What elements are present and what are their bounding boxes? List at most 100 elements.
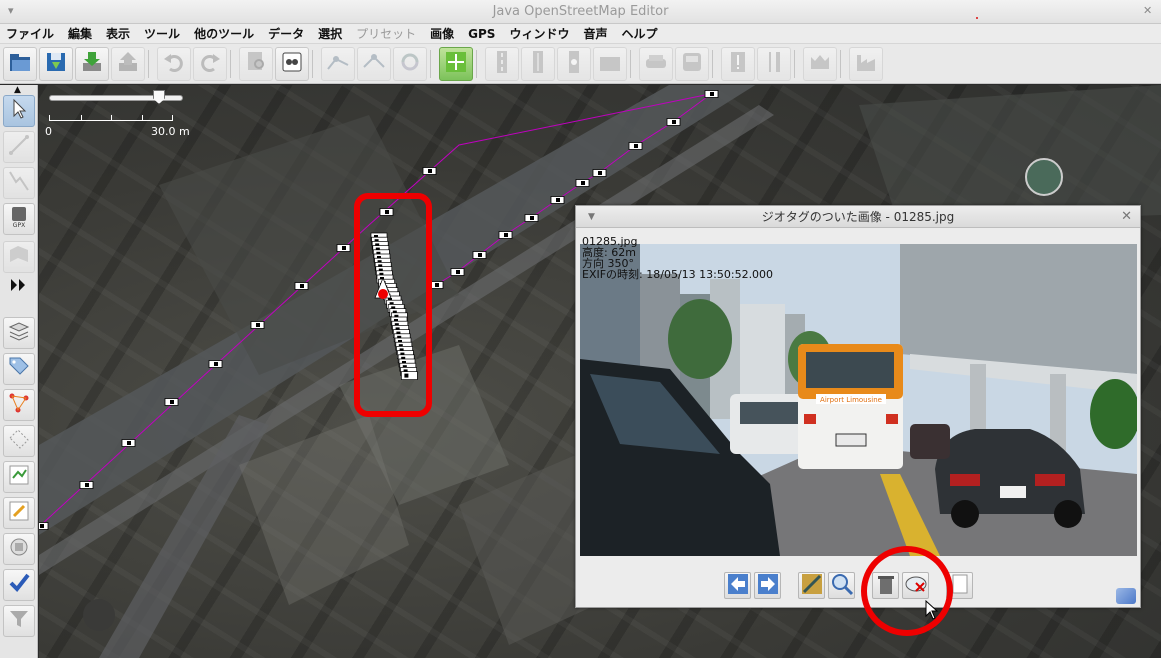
expand-button[interactable] [6, 275, 32, 299]
zoom-actual-size-icon [830, 572, 854, 600]
search-icon [243, 49, 269, 79]
photo-exif-time: EXIFの時刻: 18/05/13 13:50:52.000 [582, 268, 774, 281]
menu-item[interactable]: 音声 [583, 25, 607, 42]
hazard-preset-button[interactable] [721, 47, 755, 81]
expand-icon [6, 272, 32, 302]
history-button[interactable] [3, 461, 35, 493]
draw-nodes-button[interactable] [3, 131, 35, 163]
photo-info: 01285.jpg 高度: 62m 方向 350° EXIFの時刻: 18/05… [582, 236, 773, 280]
gpx-waypoint-dot [710, 92, 714, 96]
zoom-slider-knob[interactable] [153, 90, 165, 104]
tags-icon [6, 354, 32, 384]
open-file-button[interactable] [3, 47, 37, 81]
svg-text:GPX: GPX [13, 222, 25, 229]
scroll-up-icon[interactable]: ▲ [14, 85, 21, 95]
zoom-to-layer-button[interactable] [439, 47, 473, 81]
undo-button[interactable] [157, 47, 191, 81]
collapse-icon[interactable]: ▼ [588, 212, 595, 222]
reverse-way-icon [397, 49, 423, 79]
imagery-button[interactable] [3, 533, 35, 565]
search-button[interactable] [239, 47, 273, 81]
relations-button[interactable] [3, 389, 35, 421]
reverse-way-button[interactable] [393, 47, 427, 81]
toolbar-separator [476, 50, 477, 78]
resize-corner-icon[interactable] [1116, 588, 1136, 604]
zoom-to-layer-icon [443, 49, 469, 79]
previous-image-button[interactable] [724, 572, 751, 599]
castle-preset-icon [807, 49, 833, 79]
save-icon [43, 49, 69, 79]
menu-item[interactable]: 他のツール [194, 25, 254, 42]
save-button[interactable] [39, 47, 73, 81]
download-icon [79, 49, 105, 79]
split-way-icon [325, 49, 351, 79]
menu-item[interactable]: プリセット [356, 25, 416, 42]
next-image-button[interactable] [754, 572, 781, 599]
menu-item[interactable]: GPS [468, 27, 495, 41]
restaurant-preset-button[interactable] [757, 47, 791, 81]
upload-button[interactable] [111, 47, 145, 81]
highlight-remove-button [861, 546, 953, 636]
bus-preset-button[interactable] [675, 47, 709, 81]
toolbar-separator [840, 50, 841, 78]
layers-button[interactable] [3, 317, 35, 349]
filter-icon [6, 606, 32, 636]
building-block [859, 85, 1161, 225]
selection-list-button[interactable] [3, 425, 35, 457]
building-tool-button[interactable] [3, 241, 35, 273]
scale-tick [142, 115, 143, 121]
download-button[interactable] [75, 47, 109, 81]
menu-item[interactable]: 選択 [318, 25, 342, 42]
factory-preset-button[interactable] [849, 47, 883, 81]
gpx-waypoint-dot [634, 144, 638, 148]
combine-way-button[interactable] [357, 47, 391, 81]
gpx-waypoint-dot [342, 246, 346, 250]
draw-way-icon [6, 168, 32, 198]
gpx-waypoint-dot [428, 169, 432, 173]
road-preset-button[interactable] [485, 47, 519, 81]
menu-item[interactable]: 画像 [430, 25, 454, 42]
previous-image-icon [726, 572, 750, 600]
building-preset-button[interactable] [593, 47, 627, 81]
car-preset-icon [643, 49, 669, 79]
gpx-waypoint-dot [127, 441, 131, 445]
preferences-button[interactable] [275, 47, 309, 81]
menu-item[interactable]: ファイル [6, 25, 54, 42]
gpx-layer-button[interactable]: GPX [3, 203, 35, 235]
menu-item[interactable]: ウィンドウ [509, 25, 569, 42]
menu-bar: ファイル 編集 表示 ツール 他のツール データ 選択 プリセット 画像 GPS ウィンドウ 音声 ヘル… [0, 24, 1161, 44]
street-photo[interactable]: Airport Limousine [580, 244, 1137, 556]
redo-button[interactable] [193, 47, 227, 81]
center-view-button[interactable] [798, 572, 825, 599]
gpx-waypoint-dot [530, 216, 534, 220]
gpx-waypoint-dot [435, 283, 439, 287]
scale-tick [81, 115, 82, 121]
toolbar-separator [794, 50, 795, 78]
filter-button[interactable] [3, 605, 35, 637]
close-icon[interactable]: ✕ [1121, 209, 1132, 224]
gpx-waypoint-dot [478, 253, 482, 257]
car-preset-button[interactable] [639, 47, 673, 81]
gpx-waypoint-dot [170, 400, 174, 404]
select-tool-button[interactable] [3, 95, 35, 127]
menu-item[interactable]: ヘルプ [621, 25, 657, 42]
conflict-button[interactable] [3, 497, 35, 529]
window-close-icon[interactable]: ✕ [1143, 5, 1153, 16]
preferences-icon [279, 49, 305, 79]
menu-item[interactable]: 編集 [68, 25, 92, 42]
mouse-cursor-icon [925, 600, 939, 620]
zoom-actual-size-button[interactable] [828, 572, 855, 599]
history-icon [6, 462, 32, 492]
traffic-signal-button[interactable] [557, 47, 591, 81]
menu-item[interactable]: データ [268, 25, 304, 42]
menu-item[interactable]: 表示 [106, 25, 130, 42]
split-way-button[interactable] [321, 47, 355, 81]
draw-way-button[interactable] [3, 167, 35, 199]
toolbar-separator [230, 50, 231, 78]
left-toolbar: ▲ GPX [0, 85, 38, 658]
tags-button[interactable] [3, 353, 35, 385]
road-preset-2-button[interactable] [521, 47, 555, 81]
castle-preset-button[interactable] [803, 47, 837, 81]
validator-button[interactable] [3, 569, 35, 601]
menu-item[interactable]: ツール [144, 25, 180, 42]
